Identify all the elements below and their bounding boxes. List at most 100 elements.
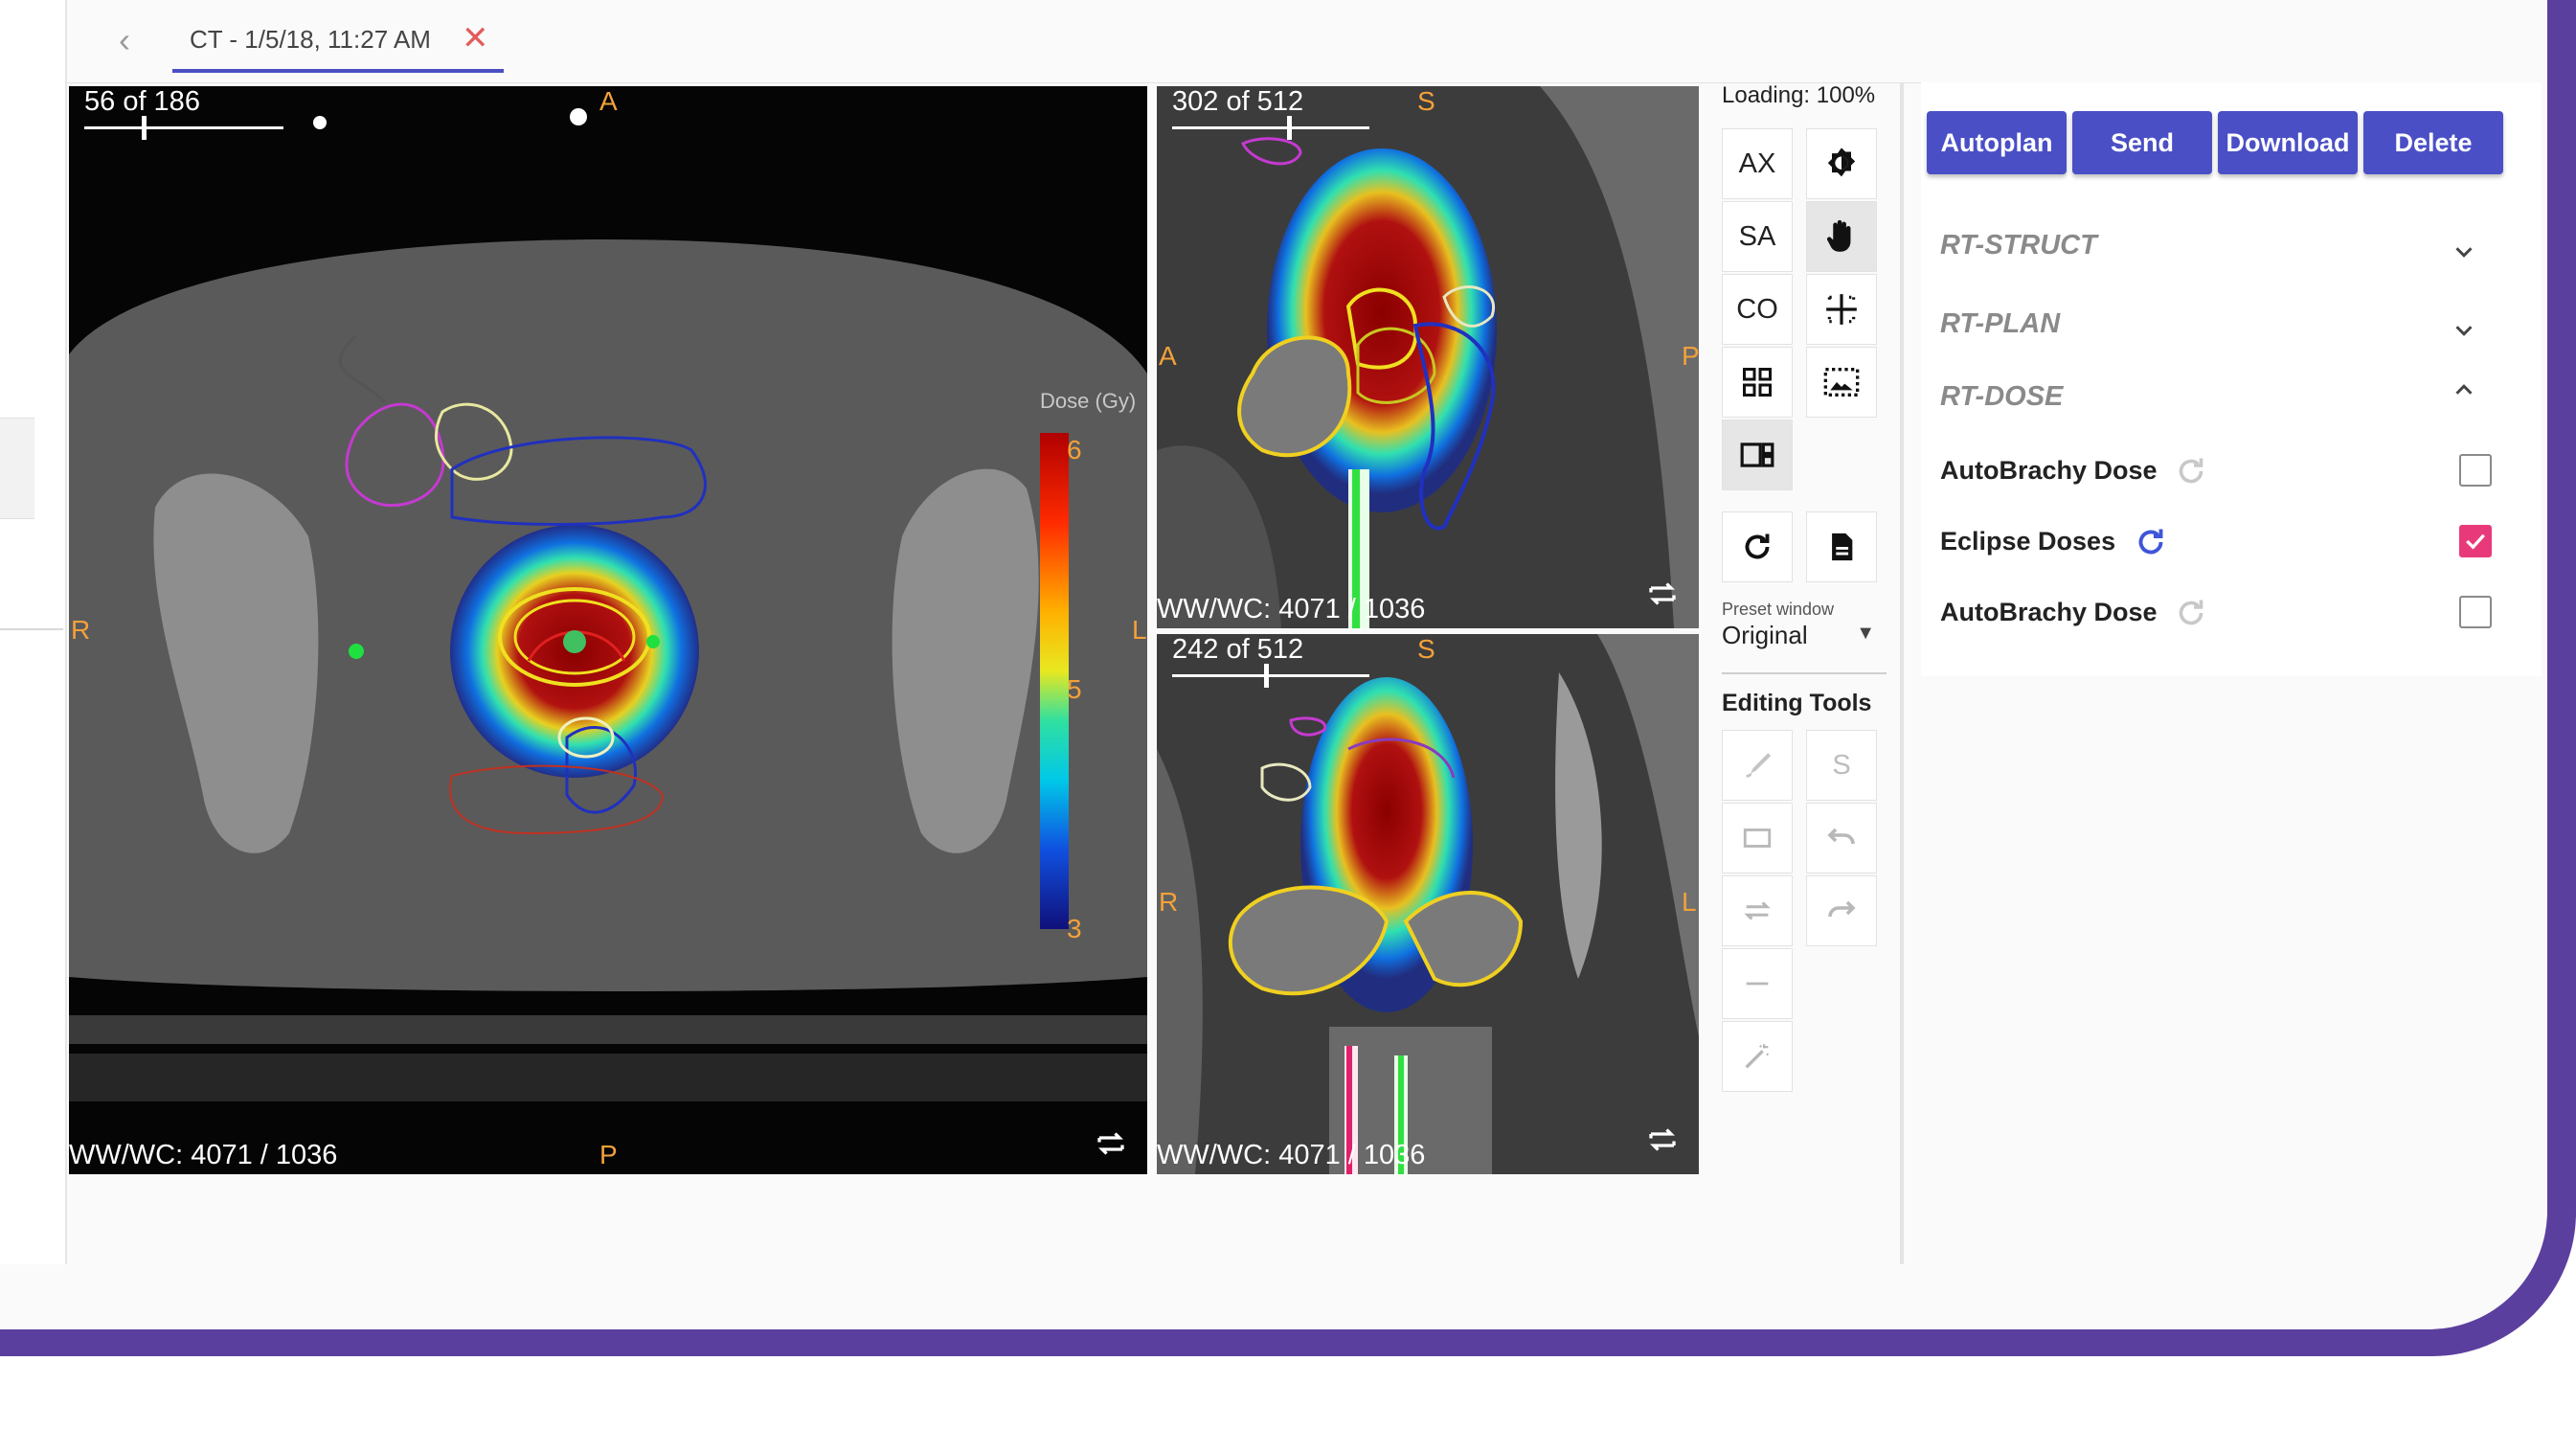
coronal-ct-image <box>1157 634 1699 1174</box>
editing-tools-title: Editing Tools <box>1722 690 1872 716</box>
swap-arrows-icon <box>1744 901 1771 920</box>
redo-icon <box>1828 900 1856 918</box>
grid-layout-icon <box>1743 368 1772 397</box>
coronal-cycle-icon[interactable] <box>1645 1123 1680 1157</box>
axial-orient-top: A <box>599 86 618 116</box>
line-icon <box>1746 982 1769 986</box>
undo-icon <box>1827 828 1855 845</box>
refresh-icon <box>1745 533 1770 559</box>
side-layout-button[interactable] <box>1722 420 1793 490</box>
download-button[interactable]: Download <box>2218 111 2358 174</box>
axial-ct-image <box>69 108 1147 1101</box>
sagittal-orient-right: P <box>1682 341 1699 371</box>
app-window: ‹ CT - 1/5/18, 11:27 AM ✕ 56 of 186 A R … <box>0 0 2547 1329</box>
dose-row: AutoBrachy Dose <box>1940 448 2515 496</box>
back-chevron-icon[interactable]: ‹ <box>105 19 144 61</box>
dose-checkbox[interactable] <box>2459 596 2492 628</box>
device-frame: ‹ CT - 1/5/18, 11:27 AM ✕ 56 of 186 A R … <box>0 0 2576 1356</box>
pan-tool-button[interactable] <box>1806 201 1877 272</box>
sagittal-ct-image <box>1157 86 1699 628</box>
report-button[interactable] <box>1806 511 1877 582</box>
line-tool-button[interactable] <box>1722 948 1793 1019</box>
sagittal-viewport[interactable]: 302 of 512 S A P WW/WC: 4071 / 1036 <box>1157 86 1699 628</box>
dose-label: AutoBrachy Dose <box>1940 598 2158 626</box>
dose-row: Eclipse Doses <box>1940 519 2515 567</box>
coronal-orient-top: S <box>1417 634 1435 664</box>
top-bar: ‹ CT - 1/5/18, 11:27 AM ✕ <box>67 0 2509 83</box>
left-gutter <box>0 0 67 1264</box>
dose-checkbox[interactable] <box>2459 525 2492 557</box>
rt-plan-title: RT-PLAN <box>1940 308 2061 339</box>
reset-view-button[interactable] <box>1722 511 1793 582</box>
colorbar-max-label: 6 <box>1067 435 1082 465</box>
brush-tool-button[interactable] <box>1722 730 1793 801</box>
axial-orient-bottom: P <box>599 1140 618 1169</box>
sagittal-slice-counter: 302 of 512 <box>1172 86 1304 117</box>
coronal-viewport[interactable]: 242 of 512 S R L WW/WC: 4071 / 1036 <box>1157 634 1699 1174</box>
coronal-orient-left: R <box>1159 887 1179 917</box>
sagittal-view-button[interactable]: SA <box>1722 201 1793 272</box>
axial-viewport[interactable]: 56 of 186 A R L P Dose (Gy) 6 5 3 WW/WC:… <box>69 86 1147 1174</box>
checkmark-icon <box>2466 533 2485 550</box>
magic-wand-icon <box>1745 1044 1770 1069</box>
delete-button[interactable]: Delete <box>2363 111 2503 174</box>
axial-slice-slider[interactable] <box>84 116 283 140</box>
loading-status: Loading: 100% <box>1722 82 1876 108</box>
preset-window-label: Preset window <box>1722 600 1835 619</box>
rt-struct-title: RT-STRUCT <box>1940 230 2097 261</box>
refresh-icon[interactable] <box>2174 596 2208 630</box>
axial-window-level: WW/WC: 4071 / 1036 <box>69 1140 338 1170</box>
axial-cycle-icon[interactable] <box>1094 1126 1128 1161</box>
undo-button[interactable] <box>1806 803 1877 873</box>
coronal-orient-right: L <box>1682 887 1697 917</box>
grid-layout-button[interactable] <box>1722 347 1793 418</box>
sagittal-cycle-icon[interactable] <box>1645 577 1680 611</box>
sagittal-orient-top: S <box>1417 86 1435 116</box>
coronal-view-button[interactable]: CO <box>1722 274 1793 345</box>
magic-wand-button[interactable] <box>1722 1021 1793 1092</box>
coronal-slice-slider[interactable] <box>1172 664 1369 688</box>
chevron-down-icon <box>2455 247 2473 258</box>
swap-tool-button[interactable] <box>1722 875 1793 946</box>
crosshair-icon <box>1826 294 1857 325</box>
study-tab[interactable]: CT - 1/5/18, 11:27 AM ✕ <box>172 13 504 73</box>
brush-icon <box>1746 753 1772 778</box>
sagittal-slice-knob[interactable] <box>1287 116 1292 140</box>
rectangle-tool-button[interactable] <box>1722 803 1793 873</box>
left-divider <box>0 628 63 630</box>
dose-label: Eclipse Doses <box>1940 527 2116 556</box>
right-panel: Autoplan Send Download Delete RT-STRUCT … <box>1921 82 2542 676</box>
smooth-tool-button[interactable]: S <box>1806 730 1877 801</box>
dose-label: AutoBrachy Dose <box>1940 456 2158 485</box>
dose-colorbar-title: Dose (Gy) <box>1040 389 1137 413</box>
left-panel-tab[interactable] <box>0 418 34 519</box>
document-icon <box>1832 533 1853 561</box>
send-button[interactable]: Send <box>2072 111 2212 174</box>
dose-checkbox[interactable] <box>2459 454 2492 487</box>
autoplan-button[interactable]: Autoplan <box>1927 111 2067 174</box>
axial-slice-knob[interactable] <box>142 116 147 140</box>
coronal-slice-knob[interactable] <box>1264 664 1269 688</box>
contrast-tool-button[interactable] <box>1806 128 1877 199</box>
redo-button[interactable] <box>1806 875 1877 946</box>
image-select-button[interactable] <box>1806 347 1877 418</box>
preset-window-select[interactable]: Preset window Original ▼ <box>1722 600 1887 674</box>
rectangle-icon <box>1743 828 1772 848</box>
caret-down-icon: ▼ <box>1856 623 1875 644</box>
crosshair-tool-button[interactable] <box>1806 274 1877 345</box>
sagittal-slice-slider[interactable] <box>1172 116 1369 140</box>
refresh-icon[interactable] <box>2134 525 2168 559</box>
image-select-icon <box>1823 368 1860 397</box>
close-icon[interactable]: ✕ <box>462 19 489 57</box>
coronal-slice-counter: 242 of 512 <box>1172 634 1304 665</box>
preset-window-value: Original <box>1722 621 1808 649</box>
colorbar-mid-label: 5 <box>1067 674 1082 704</box>
rt-dose-title: RT-DOSE <box>1940 381 2064 412</box>
axial-slice-counter: 56 of 186 <box>84 86 200 117</box>
coronal-window-level: WW/WC: 4071 / 1036 <box>1157 1140 1426 1170</box>
axial-orient-right: L <box>1132 615 1147 645</box>
axial-view-button[interactable]: AX <box>1722 128 1793 199</box>
study-tab-label: CT - 1/5/18, 11:27 AM <box>190 25 431 54</box>
refresh-icon[interactable] <box>2174 454 2208 488</box>
chevron-down-icon <box>2455 326 2473 336</box>
